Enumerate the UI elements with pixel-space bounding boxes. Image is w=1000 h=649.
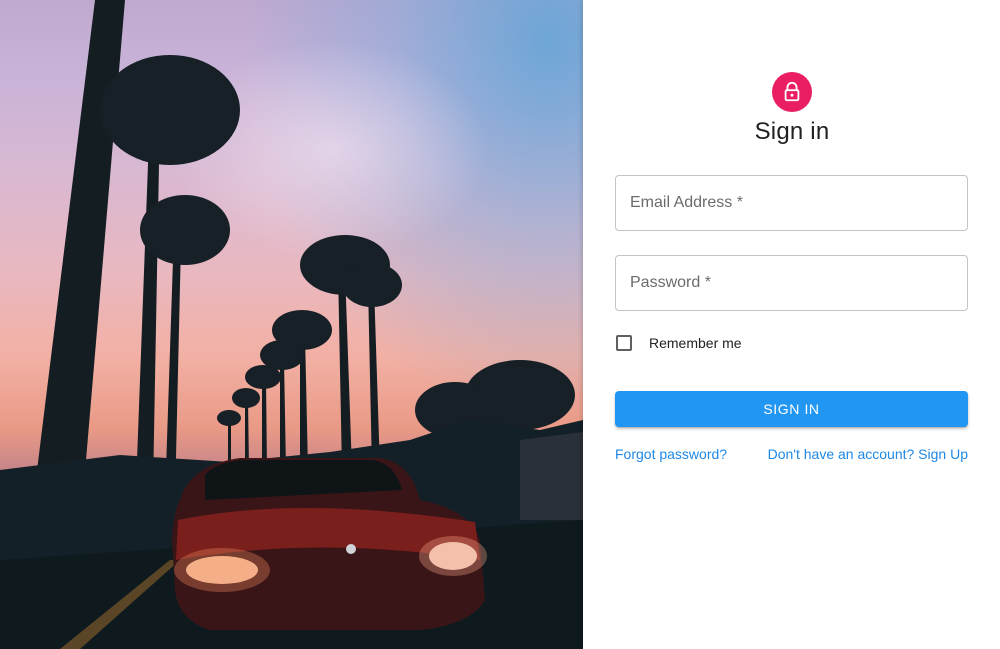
palm-crown <box>245 365 281 389</box>
email-input[interactable] <box>616 176 967 230</box>
remember-me-row[interactable]: Remember me <box>615 333 742 353</box>
remember-me-label[interactable]: Remember me <box>649 335 742 351</box>
building <box>520 432 583 520</box>
sign-in-button[interactable]: SIGN IN <box>615 391 968 427</box>
palm-trunk <box>338 270 352 470</box>
car-badge <box>346 544 356 554</box>
car-headlight-glow <box>174 548 270 592</box>
sign-in-page: Sign in Email Address * Password * Remem… <box>0 0 1000 649</box>
palm-trunk <box>368 285 380 470</box>
lock-icon <box>784 81 800 102</box>
hero-scene <box>0 0 583 649</box>
palm-crown <box>140 195 230 265</box>
lock-avatar <box>772 72 812 112</box>
sign-up-link[interactable]: Don't have an account? Sign Up <box>768 446 968 462</box>
password-input[interactable] <box>616 256 967 310</box>
palm-crown <box>217 410 241 426</box>
palm-crown <box>232 388 260 408</box>
checkbox-unchecked-icon[interactable] <box>616 335 632 351</box>
hero-image <box>0 0 583 649</box>
password-field[interactable]: Password * <box>615 255 968 311</box>
palm-crown <box>342 263 402 307</box>
forgot-password-link[interactable]: Forgot password? <box>615 446 727 462</box>
page-title: Sign in <box>754 118 830 145</box>
car-headlight-glow <box>419 536 487 576</box>
email-field[interactable]: Email Address * <box>615 175 968 231</box>
palm-crown <box>100 55 240 165</box>
palm-trunk <box>262 380 267 470</box>
